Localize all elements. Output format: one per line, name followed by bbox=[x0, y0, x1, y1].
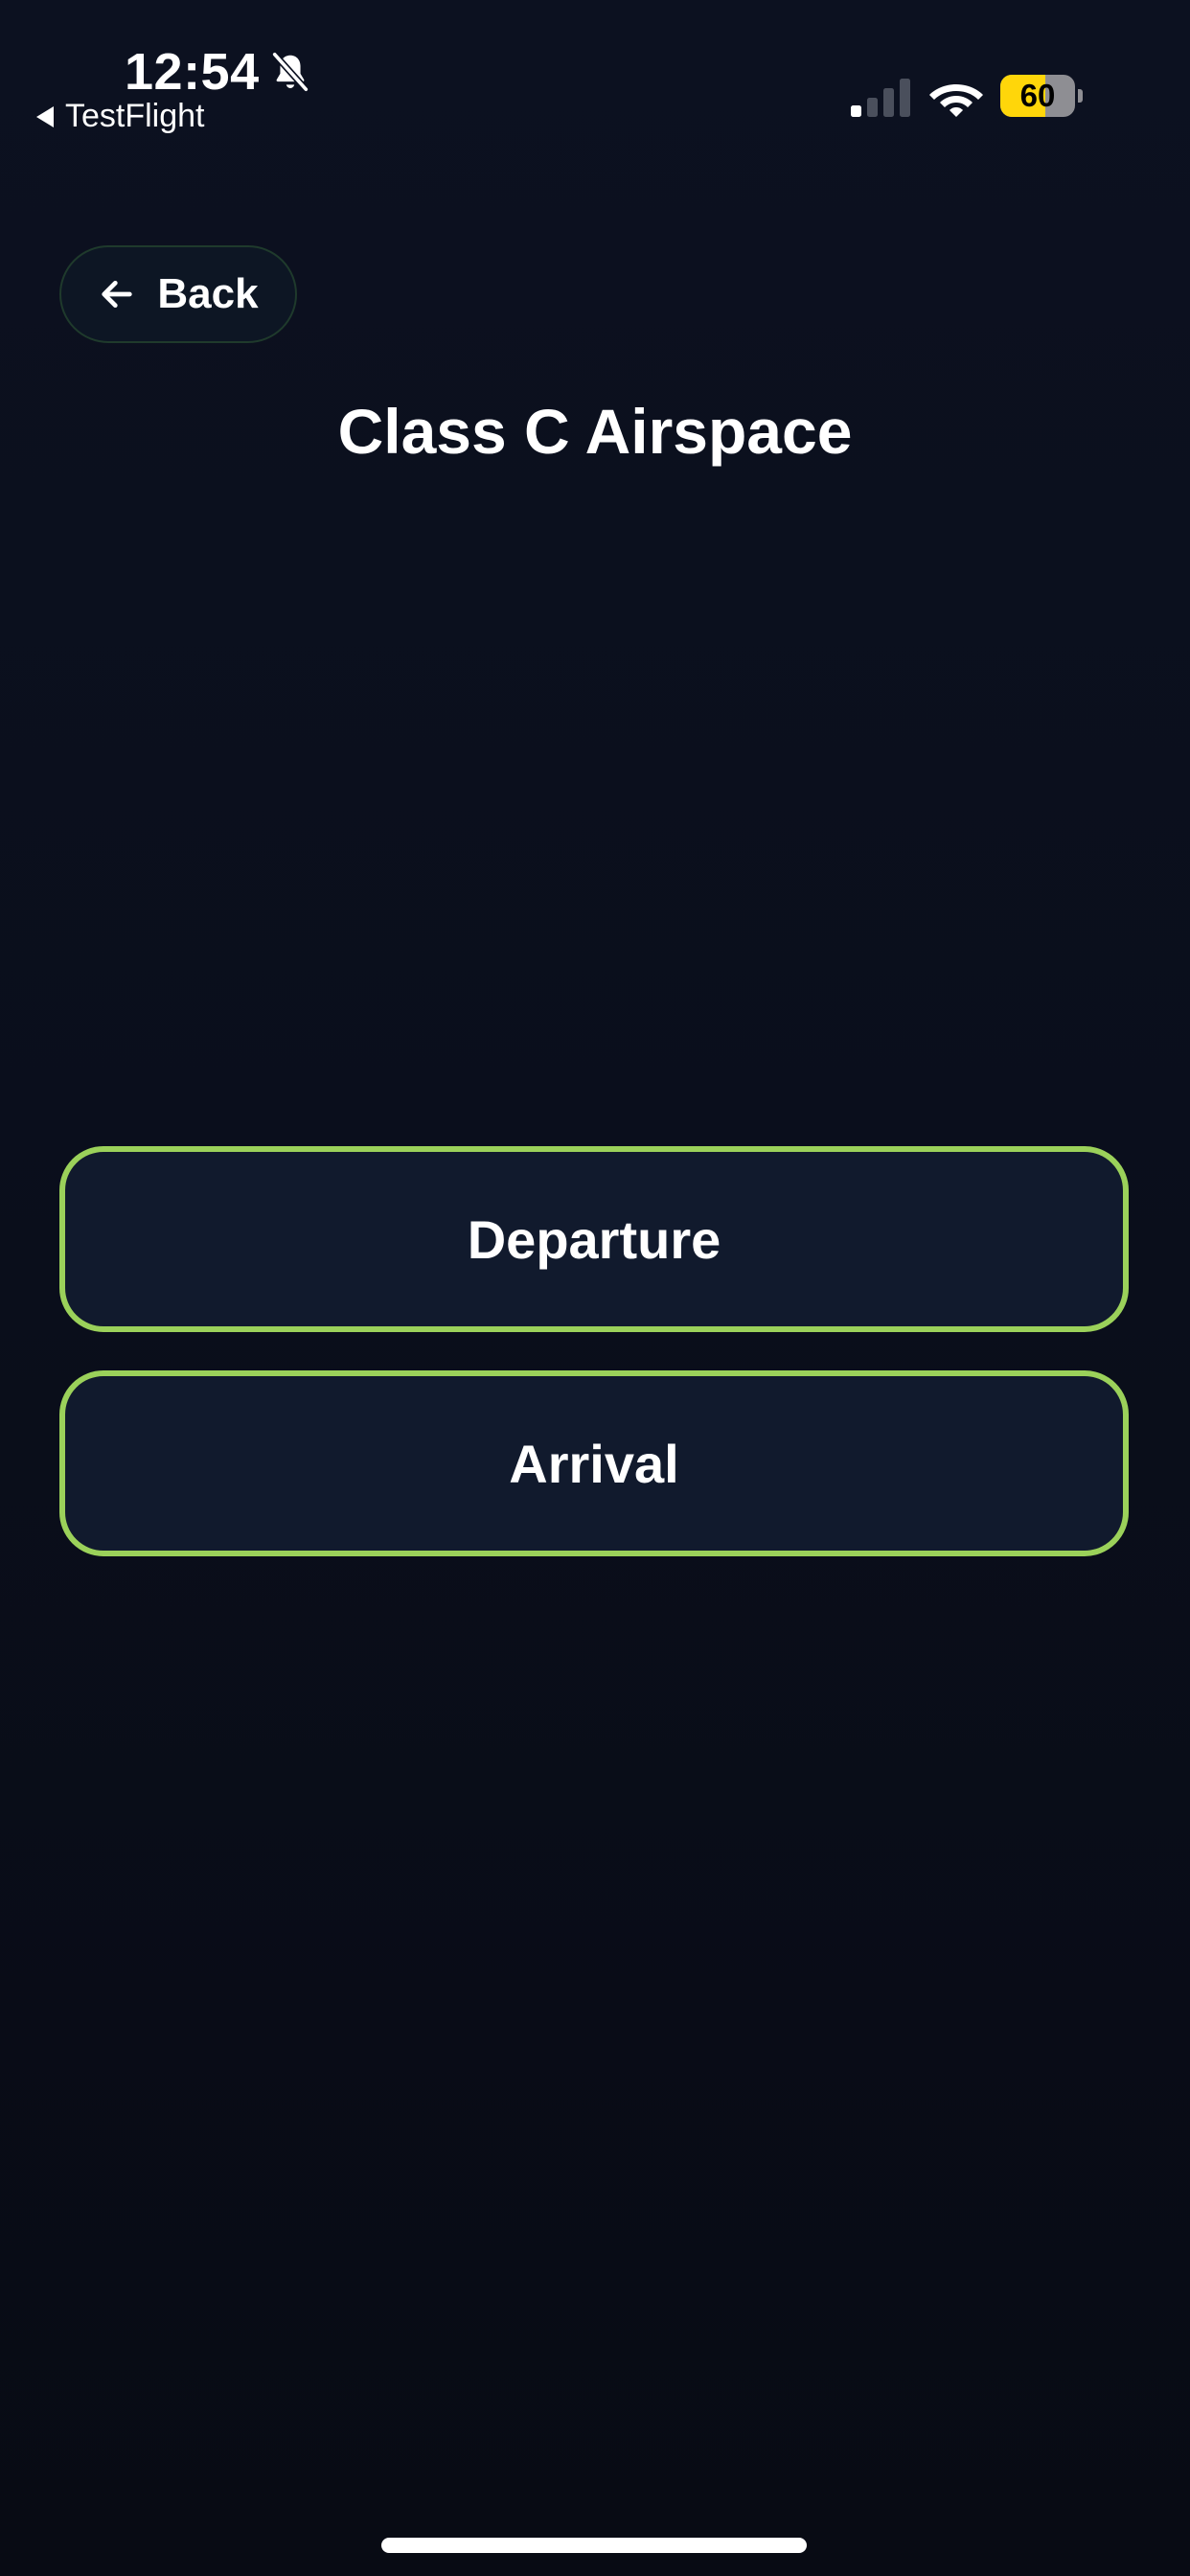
back-button[interactable]: Back bbox=[59, 245, 297, 343]
back-button-label: Back bbox=[157, 270, 259, 317]
bell-slash-icon bbox=[271, 51, 309, 93]
status-bar: 12:54 TestFlight 60 bbox=[0, 0, 1190, 144]
wifi-icon bbox=[929, 84, 983, 117]
battery-nub bbox=[1078, 89, 1083, 103]
status-time: 12:54 bbox=[125, 43, 260, 101]
battery-percent: 60 bbox=[1019, 78, 1056, 113]
arrival-button[interactable]: Arrival bbox=[59, 1370, 1129, 1556]
back-triangle-icon bbox=[36, 105, 54, 127]
battery-body: 60 bbox=[1000, 75, 1075, 117]
page-title: Class C Airspace bbox=[337, 396, 853, 467]
back-app-label: TestFlight bbox=[65, 98, 205, 134]
battery-icon: 60 bbox=[1000, 75, 1083, 117]
back-to-testflight[interactable]: TestFlight bbox=[36, 98, 205, 135]
home-indicator[interactable] bbox=[381, 2538, 807, 2553]
departure-button[interactable]: Departure bbox=[59, 1146, 1129, 1332]
cellular-signal-icon bbox=[851, 79, 910, 117]
arrow-left-icon bbox=[102, 281, 133, 308]
